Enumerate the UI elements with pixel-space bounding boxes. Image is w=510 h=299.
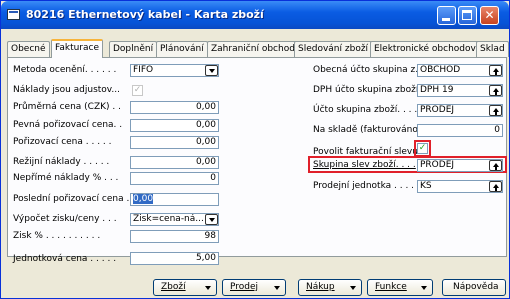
tab-fakturace[interactable]: Fakturace <box>51 39 104 58</box>
skupina-slev-zbozi-field[interactable]: PRODEJ <box>417 159 503 172</box>
lookup-icon[interactable] <box>489 160 502 171</box>
porizovaci-cena-label: Pořizovací cena . . . . . <box>13 137 112 147</box>
prumerna-cena-label: Průměrná cena (CZK) . . <box>13 102 121 112</box>
jednotkova-cena-field[interactable]: 5,00 <box>130 252 219 265</box>
metoda-oceneni-label: Metoda ocenění. . . . . . <box>13 65 117 75</box>
chevron-down-icon <box>205 286 211 290</box>
porizovaci-cena-field[interactable]: 0,00 <box>130 136 219 149</box>
item-card-window: 80216 Ethernetový kabel - Karta zboží ✕ … <box>0 0 510 299</box>
metoda-oceneni-field[interactable]: FIFO <box>130 64 219 77</box>
close-button[interactable]: ✕ <box>480 6 499 25</box>
chevron-down-icon <box>274 286 280 290</box>
na-sklade-label: Na skladě (fakturováno) . <box>313 125 428 135</box>
maximize-button[interactable] <box>458 6 477 25</box>
tab-zahranicni-obchod[interactable]: Zahraniční obchod <box>207 41 299 57</box>
povolit-fakturacni-slevu-checkbox[interactable]: ✓ <box>417 143 428 154</box>
neprime-naklady-field[interactable]: 0 <box>130 172 219 185</box>
lookup-icon[interactable] <box>489 65 502 76</box>
pevna-porizovaci-cena-field[interactable]: 0,00 <box>130 119 219 132</box>
obecne-ucto-skupina-label: Obecná účto skupina z... <box>313 65 424 75</box>
ucto-skupina-zbozi-label: Účto skupina zboží. . . . <box>313 105 418 115</box>
dph-ucto-skupina-field[interactable]: DPH 19 <box>417 84 503 97</box>
prodejni-jednotka-label: Prodejní jednotka . . . . <box>313 181 415 191</box>
rezijni-naklady-label: Režijní náklady . . . . . <box>13 157 110 167</box>
zbozi-button[interactable]: Zboží <box>153 279 217 296</box>
lookup-icon[interactable] <box>489 85 502 96</box>
zisk-label: Zisk % . . . . . . . . . . <box>13 231 101 241</box>
tab-sklad[interactable]: Sklad <box>476 41 509 57</box>
prodejni-jednotka-field[interactable]: KS <box>417 180 503 193</box>
na-sklade-field[interactable]: 0 <box>417 124 503 137</box>
napoveda-button[interactable]: Nápověda <box>442 279 506 296</box>
vypocet-zisku-label: Výpočet zisku/ceny . . . <box>13 214 117 224</box>
tab-strip: Obecné Fakturace Doplnění Plánování Zahr… <box>7 39 509 58</box>
tab-sledovani-zbozi[interactable]: Sledování zboží <box>294 41 373 57</box>
obecne-ucto-skupina-field[interactable]: OBCHOD <box>417 64 503 77</box>
maximize-icon <box>462 10 472 20</box>
minimize-button[interactable] <box>437 6 456 25</box>
ucto-skupina-zbozi-field[interactable]: PRODEJ <box>417 104 503 117</box>
posledni-porizovaci-cena-label: Poslední pořizovací cena . <box>13 194 130 204</box>
pevna-porizovaci-cena-label: Pevná pořizovací cena. . <box>13 120 123 130</box>
skupina-slev-zbozi-label: Skupina slev zboží. . . . <box>313 160 416 170</box>
dropdown-arrow-icon[interactable] <box>205 214 218 225</box>
window-title: 80216 Ethernetový kabel - Karta zboží <box>26 8 264 21</box>
title-bar[interactable]: 80216 Ethernetový kabel - Karta zboží ✕ <box>1 1 509 29</box>
window-icon <box>7 9 20 20</box>
lookup-icon[interactable] <box>489 181 502 192</box>
prodej-button[interactable]: Prodej <box>222 279 286 296</box>
prumerna-cena-field[interactable]: 0,00 <box>130 101 219 114</box>
rezijni-naklady-field[interactable]: 0,00 <box>130 156 219 169</box>
neprime-naklady-label: Nepřímé náklady % . . . <box>13 173 119 183</box>
jednotkova-cena-label: Jednotková cena . . . . . <box>13 254 117 264</box>
tab-planovani[interactable]: Plánování <box>156 41 208 57</box>
naklady-adjustovany-label: Náklady jsou adjustov... <box>13 85 121 95</box>
dropdown-arrow-icon[interactable] <box>205 65 218 76</box>
tab-obecne[interactable]: Obecné <box>7 41 50 57</box>
close-icon: ✕ <box>484 8 495 22</box>
chevron-down-icon <box>350 286 356 290</box>
vypocet-zisku-field[interactable]: Zisk=cena-ná... <box>130 213 219 226</box>
funkce-button[interactable]: Funkce <box>367 279 433 296</box>
zisk-field[interactable]: 98 <box>130 230 219 243</box>
tab-doplneni[interactable]: Doplnění <box>109 41 158 57</box>
dph-ucto-skupina-label: DPH účto skupina zboží. <box>313 85 422 95</box>
chevron-down-icon <box>421 286 427 290</box>
minimize-icon <box>442 18 450 21</box>
posledni-porizovaci-cena-field[interactable]: 0,00 <box>130 193 219 206</box>
naklady-adjustovany-checkbox: ✓ <box>132 85 143 96</box>
lookup-icon[interactable] <box>489 105 502 116</box>
nakup-button[interactable]: Nákup <box>298 279 362 296</box>
